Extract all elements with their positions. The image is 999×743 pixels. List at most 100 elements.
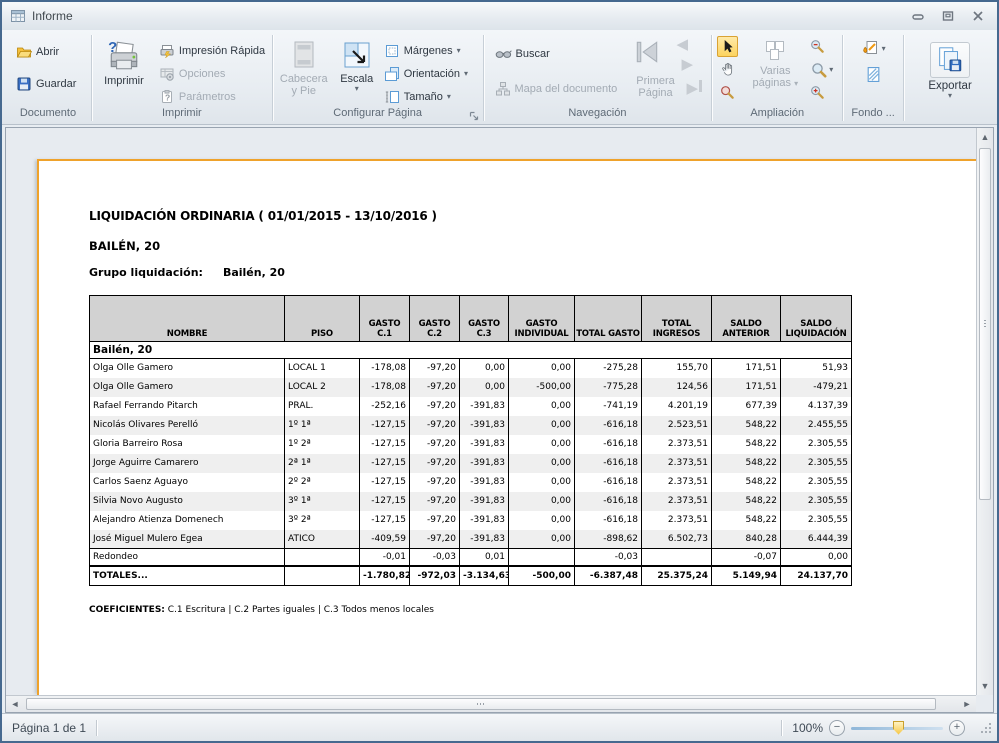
- table-cell: -616,18: [575, 435, 642, 454]
- color-fondo-button[interactable]: ▾: [861, 39, 886, 57]
- tamano-button[interactable]: Tamaño ▾: [380, 86, 472, 107]
- table-cell: 0,00: [509, 435, 575, 454]
- marca-agua-button[interactable]: [865, 66, 882, 88]
- table-cell: 5.149,94: [712, 566, 781, 586]
- table-cell: -391,83: [460, 416, 509, 435]
- scroll-up-arrow[interactable]: ▲: [977, 129, 993, 145]
- save-icon: [16, 76, 32, 92]
- scroll-right-arrow[interactable]: ►: [959, 696, 975, 712]
- quick-print-icon: [159, 43, 175, 59]
- guardar-label: Guardar: [36, 78, 76, 90]
- minimize-button[interactable]: [903, 6, 933, 26]
- table-cell: 25.375,24: [642, 566, 712, 586]
- previous-page-icon[interactable]: ◀: [677, 35, 689, 53]
- document-map-icon: [495, 81, 511, 97]
- table-cell: 2.305,55: [781, 511, 852, 530]
- table-row: TOTALES...-1.780,82-972,03-3.134,63-500,…: [90, 566, 852, 586]
- vertical-scroll-thumb[interactable]: [979, 148, 991, 500]
- table-cell: 548,22: [712, 492, 781, 511]
- table-cell: 171,51: [712, 359, 781, 378]
- resize-grip[interactable]: [979, 721, 993, 735]
- parametros-label: Parámetros: [179, 91, 236, 103]
- table-cell: 548,22: [712, 511, 781, 530]
- table-cell: -409,59: [360, 530, 410, 549]
- group-label-ampliacion: Ampliación: [713, 107, 841, 124]
- horizontal-scroll-thumb[interactable]: [26, 698, 936, 710]
- opciones-button[interactable]: Opciones: [155, 63, 269, 84]
- imprimir-button[interactable]: ? Imprimir: [93, 35, 155, 87]
- table-cell: [509, 549, 575, 566]
- mapa-documento-button[interactable]: Mapa del documento: [491, 78, 625, 99]
- guardar-button[interactable]: Guardar: [12, 73, 80, 94]
- close-button[interactable]: [963, 6, 993, 26]
- table-cell: 2.305,55: [781, 435, 852, 454]
- abrir-button[interactable]: Abrir: [12, 41, 63, 62]
- scroll-left-arrow[interactable]: ◄: [7, 696, 23, 712]
- last-page-icon[interactable]: ▶: [687, 79, 702, 97]
- next-page-icon[interactable]: ▶: [682, 55, 694, 73]
- escala-button[interactable]: Escala ▾: [334, 35, 380, 92]
- zoom-percent: 100%: [792, 721, 823, 735]
- dialog-launcher-icon[interactable]: [468, 110, 480, 122]
- scroll-down-arrow[interactable]: ▼: [977, 678, 993, 694]
- zoom-out-button[interactable]: [807, 36, 828, 57]
- table-cell: PRAL.: [285, 397, 360, 416]
- varias-paginas-button[interactable]: Varias páginas ▾: [743, 36, 807, 89]
- maximize-icon: [941, 9, 955, 23]
- status-bar: Página 1 de 1 100% − +: [2, 713, 997, 741]
- table-cell: 2.373,51: [642, 492, 712, 511]
- zoom-tool-button[interactable]: [717, 82, 738, 103]
- scroll-thumb-grip: [984, 320, 986, 328]
- zoom-slider-thumb[interactable]: [893, 721, 904, 735]
- last-page-bar: [699, 80, 702, 92]
- table-cell: -391,83: [460, 435, 509, 454]
- group-separator: [711, 35, 712, 121]
- table-row: Alejandro Atienza Domenech3º 2ª-127,15-9…: [90, 511, 852, 530]
- scale-icon: [341, 39, 373, 71]
- table-cell: Redondeo: [90, 549, 285, 566]
- table-row: José Miguel Mulero EgeaATICO-409,59-97,2…: [90, 530, 852, 549]
- chevron-down-icon: ▾: [882, 45, 886, 52]
- horizontal-scrollbar[interactable]: ◄ ►: [6, 695, 976, 712]
- exportar-button[interactable]: Exportar ▾: [928, 38, 971, 99]
- zoom-in-slider-button[interactable]: +: [949, 720, 965, 736]
- table-cell: -391,83: [460, 492, 509, 511]
- pointer-tool-button[interactable]: [717, 36, 738, 57]
- orientation-icon: [384, 66, 400, 82]
- zoom-in-button[interactable]: [807, 82, 828, 103]
- hand-tool-button[interactable]: [717, 59, 738, 80]
- table-cell: 124,56: [642, 378, 712, 397]
- table-cell: 0,00: [509, 530, 575, 549]
- buscar-button[interactable]: Buscar: [491, 43, 625, 64]
- impresion-rapida-button[interactable]: Impresión Rápida: [155, 40, 269, 61]
- report-viewer-window: Informe Abrir: [0, 0, 999, 743]
- table-cell: 2.305,55: [781, 473, 852, 492]
- table-cell: -0,07: [712, 549, 781, 566]
- table-cell: 2.455,55: [781, 416, 852, 435]
- table-cell: -391,83: [460, 511, 509, 530]
- cabecera-pie-button[interactable]: Cabecera y Pie: [274, 35, 334, 97]
- table-group-cell: Bailén, 20: [90, 342, 852, 359]
- close-icon: [971, 9, 985, 23]
- table-cell: -97,20: [410, 378, 460, 397]
- maximize-button[interactable]: [933, 6, 963, 26]
- group-separator: [272, 35, 273, 121]
- table-cell: -741,19: [575, 397, 642, 416]
- vertical-scrollbar[interactable]: ▲ ▼: [976, 128, 993, 695]
- zoom-out-slider-button[interactable]: −: [829, 720, 845, 736]
- table-cell: 0,00: [509, 454, 575, 473]
- first-page-icon[interactable]: [633, 38, 661, 66]
- margenes-button[interactable]: Márgenes ▾: [380, 40, 472, 61]
- table-cell: 4.137,39: [781, 397, 852, 416]
- last-page-arrow: ▶: [687, 80, 699, 97]
- table-cell: Alejandro Atienza Domenech: [90, 511, 285, 530]
- primera-pagina-label[interactable]: Primera Página: [625, 75, 687, 99]
- zoom-level-button[interactable]: ▾: [807, 59, 837, 80]
- zoom-slider[interactable]: [851, 720, 943, 736]
- table-cell: 2.373,51: [642, 473, 712, 492]
- svg-text:?: ?: [165, 92, 170, 102]
- parametros-button[interactable]: ? Parámetros: [155, 86, 269, 107]
- orientacion-button[interactable]: Orientación ▾: [380, 63, 472, 84]
- liquidation-table: NOMBREPISOGASTO C.1GASTO C.2GASTO C.3GAS…: [89, 295, 852, 586]
- table-cell: -391,83: [460, 397, 509, 416]
